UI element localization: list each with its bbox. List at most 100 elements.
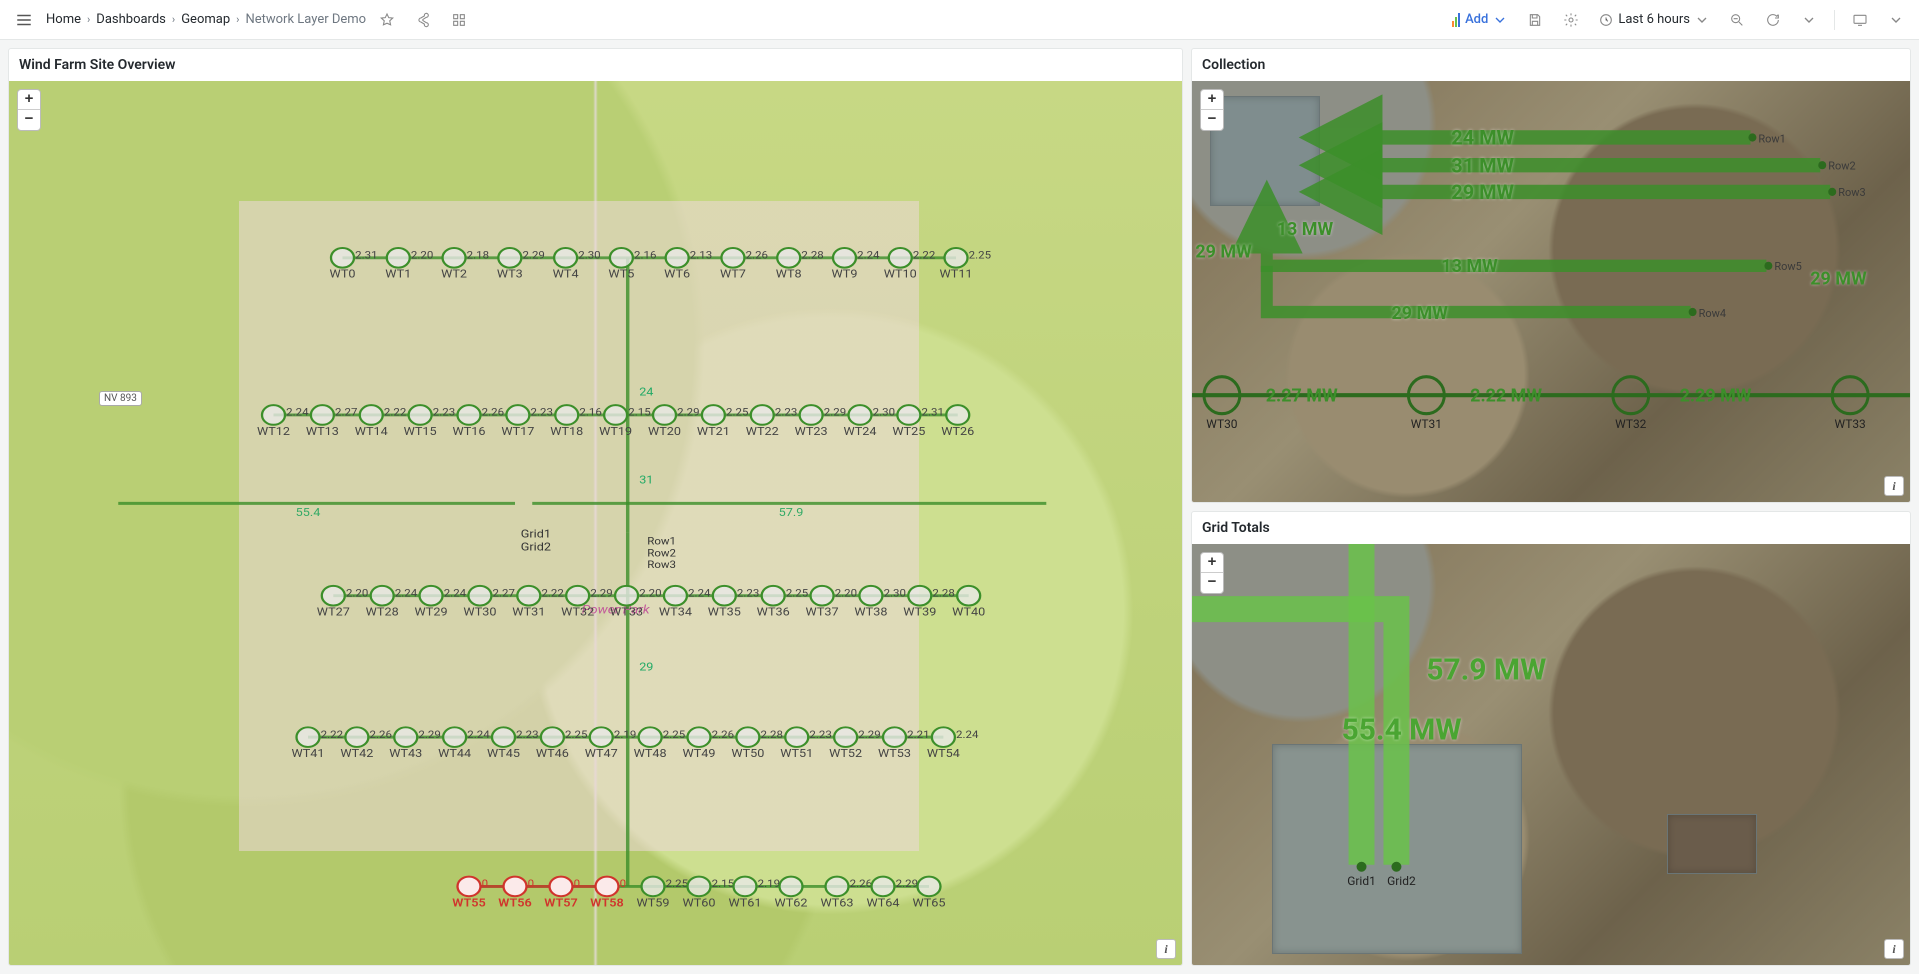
turbine-wt19[interactable]: 2.15WT19 bbox=[599, 405, 651, 437]
turbine-wt30[interactable]: 2.27WT30 bbox=[463, 586, 515, 618]
breadcrumb-home[interactable]: Home bbox=[46, 12, 81, 27]
panel-title[interactable]: Wind Farm Site Overview bbox=[9, 49, 1182, 81]
breadcrumb-dashboards[interactable]: Dashboards bbox=[96, 12, 166, 27]
turbine-wt15[interactable]: 2.23WT15 bbox=[404, 405, 456, 437]
turbine-wt56[interactable]: 0WT56 bbox=[498, 877, 534, 909]
turbine-wt28[interactable]: 2.24WT28 bbox=[366, 586, 418, 618]
turbine-wt53[interactable]: 2.21WT53 bbox=[878, 727, 930, 759]
turbine-wt55[interactable]: 0WT55 bbox=[452, 877, 488, 909]
turbine-wt54[interactable]: 2.24WT54 bbox=[927, 727, 979, 759]
turbine-wt61[interactable]: 2.19WT61 bbox=[728, 877, 780, 909]
menu-toggle-button[interactable] bbox=[8, 4, 40, 36]
zoom-out-button[interactable] bbox=[1722, 5, 1752, 35]
turbine-wt26[interactable]: WT26 bbox=[941, 405, 974, 437]
turbine-wt51[interactable]: 2.23WT51 bbox=[780, 727, 832, 759]
svg-text:WT65: WT65 bbox=[912, 896, 945, 909]
attribution-button[interactable]: i bbox=[1884, 939, 1904, 959]
refresh-button[interactable] bbox=[1758, 5, 1788, 35]
turbine-wt10[interactable]: 2.22WT10 bbox=[884, 248, 936, 280]
turbine-wt3[interactable]: 2.29WT3 bbox=[497, 248, 545, 280]
turbine-wt46[interactable]: 2.25WT46 bbox=[536, 727, 588, 759]
turbine-wt59[interactable]: 2.25WT59 bbox=[636, 877, 688, 909]
zoom-out-button[interactable]: − bbox=[18, 110, 40, 130]
turbine-wt60[interactable]: 2.15WT60 bbox=[682, 877, 734, 909]
breadcrumb-geomap[interactable]: Geomap bbox=[181, 12, 230, 27]
add-panel-button[interactable]: Add bbox=[1446, 5, 1514, 35]
turbine-wt6[interactable]: 2.13WT6 bbox=[664, 248, 712, 280]
zoom-out-button[interactable]: − bbox=[1201, 110, 1223, 130]
turbine-wt58[interactable]: 0WT58 bbox=[590, 877, 626, 909]
turbine-wt18[interactable]: 2.16WT18 bbox=[550, 405, 602, 437]
favorite-button[interactable] bbox=[372, 5, 402, 35]
attribution-button[interactable]: i bbox=[1884, 476, 1904, 496]
turbine-wt11[interactable]: 2.25WT11 bbox=[939, 248, 991, 280]
turbine-wt44[interactable]: 2.24WT44 bbox=[438, 727, 490, 759]
turbine-wt7[interactable]: 2.26WT7 bbox=[720, 248, 768, 280]
turbine-wt16[interactable]: 2.26WT16 bbox=[452, 405, 504, 437]
zoom-in-button[interactable]: + bbox=[1201, 553, 1223, 573]
panel-title[interactable]: Collection bbox=[1192, 49, 1910, 81]
turbine-wt52[interactable]: 2.29WT52 bbox=[829, 727, 881, 759]
turbine-wt1[interactable]: 2.20WT1 bbox=[385, 248, 433, 280]
turbine-wt25[interactable]: 2.31WT25 bbox=[892, 405, 944, 437]
turbine-wt2[interactable]: 2.18WT2 bbox=[441, 248, 489, 280]
map-collection[interactable]: + − i 24 MW Row1 31 MW Row2 bbox=[1192, 81, 1910, 502]
turbine-wt9[interactable]: 2.24WT9 bbox=[832, 248, 880, 280]
turbine-wt63[interactable]: 2.26WT63 bbox=[820, 877, 872, 909]
turbine-wt29[interactable]: 2.24WT29 bbox=[415, 586, 467, 618]
turbine-wt4[interactable]: 2.30WT4 bbox=[553, 248, 601, 280]
turbine-wt41[interactable]: 2.22WT41 bbox=[291, 727, 343, 759]
star-icon bbox=[379, 12, 395, 28]
turbine-wt21[interactable]: 2.25WT21 bbox=[697, 405, 749, 437]
turbine-wt31[interactable]: 2.22WT31 bbox=[512, 586, 564, 618]
turbine-wt5[interactable]: 2.16WT5 bbox=[608, 248, 656, 280]
turbine-wt8[interactable]: 2.28WT8 bbox=[776, 248, 824, 280]
zoom-in-button[interactable]: + bbox=[1201, 90, 1223, 110]
panel-title[interactable]: Grid Totals bbox=[1192, 512, 1910, 544]
turbine-wt35[interactable]: 2.23WT35 bbox=[708, 586, 760, 618]
turbine-wt23[interactable]: 2.29WT23 bbox=[795, 405, 847, 437]
settings-button[interactable] bbox=[1556, 5, 1586, 35]
zoom-in-button[interactable]: + bbox=[18, 90, 40, 110]
time-range-picker[interactable]: Last 6 hours bbox=[1592, 5, 1716, 35]
turbine-wt40[interactable]: WT40 bbox=[952, 586, 985, 618]
svg-text:WT50: WT50 bbox=[731, 747, 764, 760]
turbine-wt24[interactable]: 2.30WT24 bbox=[843, 405, 895, 437]
turbine-wt57[interactable]: 0WT57 bbox=[544, 877, 580, 909]
turbine-wt14[interactable]: 2.22WT14 bbox=[355, 405, 407, 437]
turbine-wt27[interactable]: 2.20WT27 bbox=[317, 586, 369, 618]
turbine-wt37[interactable]: 2.20WT37 bbox=[806, 586, 858, 618]
map-grid-totals[interactable]: + − i 57.9 MW 55.4 MW Grid1 Grid2 bbox=[1192, 544, 1910, 965]
map-overview[interactable]: NV 893 + − i 55.4 57.9 bbox=[9, 81, 1182, 965]
svg-text:WT45: WT45 bbox=[487, 747, 520, 760]
turbine-wt34[interactable]: 2.24WT34 bbox=[659, 586, 711, 618]
turbine-wt50[interactable]: 2.28 WT50 bbox=[731, 727, 783, 759]
apps-button[interactable] bbox=[444, 5, 474, 35]
grid-icon bbox=[451, 12, 467, 28]
turbine-wt22[interactable]: 2.23WT22 bbox=[746, 405, 798, 437]
turbine-wt45[interactable]: 2.23WT45 bbox=[487, 727, 539, 759]
save-button[interactable] bbox=[1520, 5, 1550, 35]
turbine-wt49[interactable]: 2.26WT49 bbox=[682, 727, 734, 759]
svg-text:2.28: 2.28 bbox=[761, 729, 783, 741]
turbine-wt12[interactable]: 2.24WT12 bbox=[257, 405, 309, 437]
tv-mode-button[interactable] bbox=[1845, 5, 1875, 35]
svg-text:WT26: WT26 bbox=[941, 425, 974, 438]
more-button[interactable] bbox=[1881, 5, 1911, 35]
turbine-wt20[interactable]: 2.29WT20 bbox=[648, 405, 700, 437]
turbine-wt33[interactable]: 2.20WT33 bbox=[610, 586, 662, 618]
turbine-wt38[interactable]: 2.30WT38 bbox=[854, 586, 906, 618]
turbine-wt39[interactable]: 2.28WT39 bbox=[903, 586, 955, 618]
turbine-wt36[interactable]: 2.25WT36 bbox=[757, 586, 809, 618]
turbine-wt13[interactable]: 2.27WT13 bbox=[306, 405, 358, 437]
share-button[interactable] bbox=[408, 5, 438, 35]
turbine-wt64[interactable]: 2.29WT64 bbox=[866, 877, 918, 909]
attribution-button[interactable]: i bbox=[1156, 939, 1176, 959]
refresh-interval-button[interactable] bbox=[1794, 5, 1824, 35]
turbine-wt17[interactable]: 2.23WT17 bbox=[501, 405, 553, 437]
turbine-wt0[interactable]: 2.31WT0 bbox=[330, 248, 378, 280]
turbine-wt48[interactable]: 2.25WT48 bbox=[634, 727, 686, 759]
turbine-wt42[interactable]: 2.26WT42 bbox=[340, 727, 392, 759]
turbine-wt43[interactable]: 2.29WT43 bbox=[389, 727, 441, 759]
zoom-out-button[interactable]: − bbox=[1201, 573, 1223, 593]
